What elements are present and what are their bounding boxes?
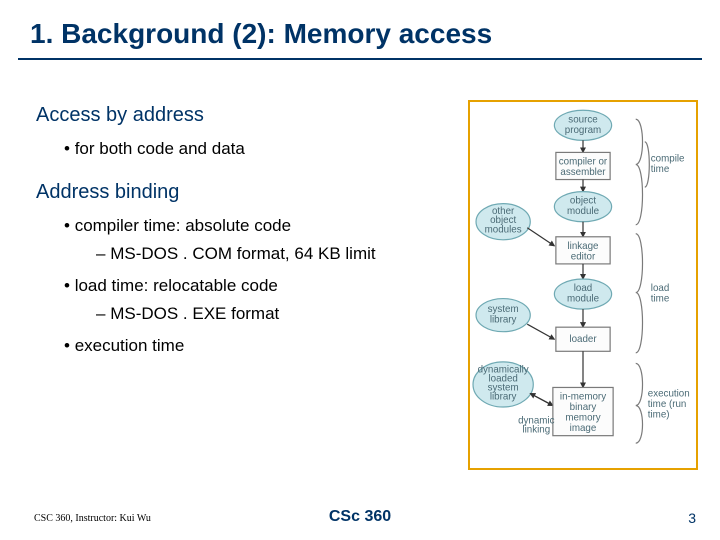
subbullet-binding-1-0: MS-DOS . EXE format <box>96 304 430 324</box>
footer-center: CSc 360 <box>329 508 391 526</box>
side-run-time: executiontime (runtime) <box>648 388 690 420</box>
node-linkage: linkageeditor <box>568 241 599 263</box>
node-object: objectmodule <box>567 196 599 218</box>
node-compiler: compiler orassembler <box>559 156 608 178</box>
bullet-binding-1: load time: relocatable code <box>64 276 430 296</box>
binding-diagram: sourceprogram compiler orassembler objec… <box>468 100 698 470</box>
node-loader: loader <box>569 334 597 345</box>
footer-left: CSC 360, Instructor: Kui Wu <box>34 513 151 524</box>
content-area: Access by address for both code and data… <box>0 60 430 356</box>
node-source: sourceprogram <box>565 114 601 136</box>
footer-right: 3 <box>688 510 696 526</box>
subbullet-binding-0-0: MS-DOS . COM format, 64 KB limit <box>96 244 430 264</box>
side-compile-time: compiletime <box>651 153 685 175</box>
bullet-binding-2: execution time <box>64 336 430 356</box>
bullet-access-0: for both code and data <box>64 139 430 159</box>
side-load-time: loadtime <box>651 283 670 305</box>
heading-access: Access by address <box>36 104 430 127</box>
slide-title: 1. Background (2): Memory access <box>0 0 720 58</box>
label-dynamic-linking: dynamiclinking <box>518 416 555 436</box>
bullet-binding-0: compiler time: absolute code <box>64 216 430 236</box>
heading-binding: Address binding <box>36 181 430 204</box>
node-syslib: systemlibrary <box>488 304 519 326</box>
